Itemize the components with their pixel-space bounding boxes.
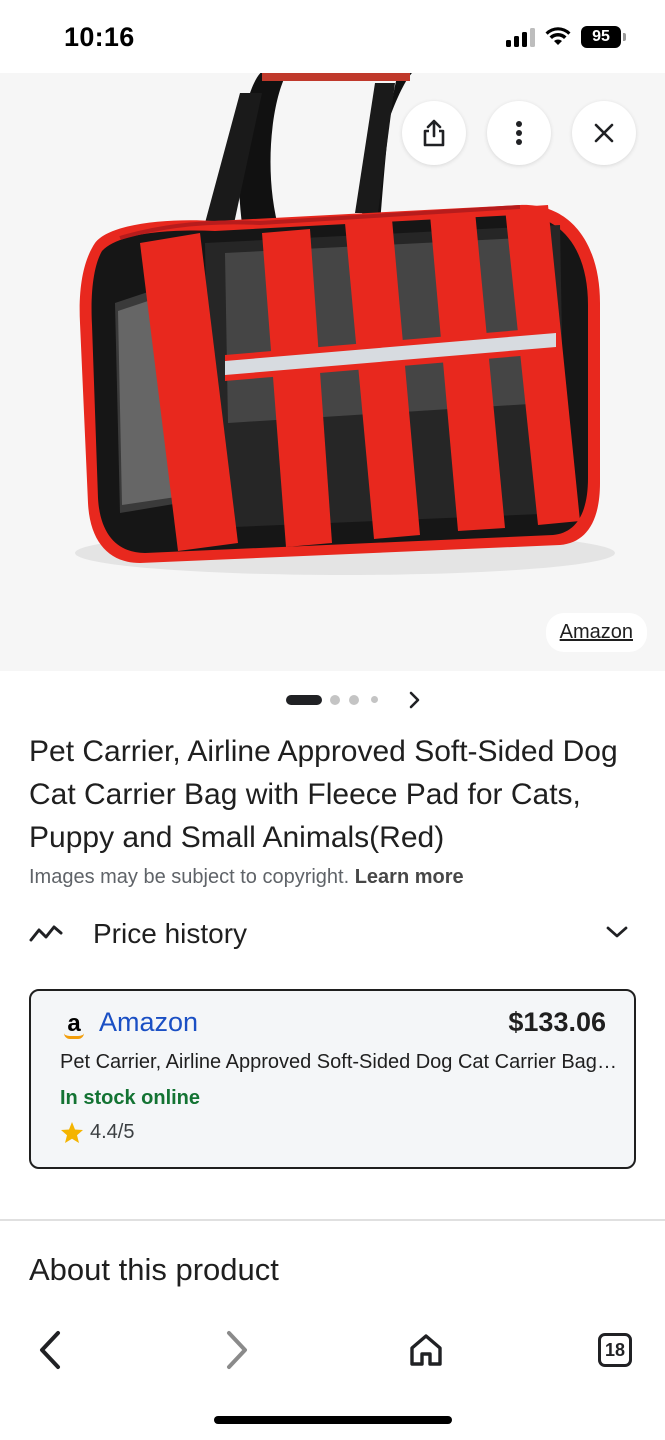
trending-icon [29, 925, 63, 942]
tab-count: 18 [598, 1333, 632, 1367]
amazon-logo-icon: a [60, 1011, 88, 1039]
pager-dot[interactable] [349, 695, 359, 705]
battery-icon: 95 [581, 26, 626, 48]
back-arrow-icon [40, 1331, 60, 1369]
offer-description: Pet Carrier, Airline Approved Soft-Sided… [60, 1051, 620, 1073]
forward-arrow-icon [227, 1331, 247, 1369]
copyright-text: Images may be subject to copyright. [29, 866, 350, 888]
status-time: 10:16 [64, 22, 135, 52]
rating-value: 4.4/5 [90, 1121, 135, 1143]
more-options-button[interactable] [487, 101, 551, 165]
price-history-label: Price history [93, 918, 248, 949]
more-vert-icon [516, 121, 522, 145]
browser-bottom-nav: 18 [0, 1310, 665, 1390]
offer-seller[interactable]: Amazon [99, 1007, 198, 1038]
image-source-link[interactable]: Amazon [545, 613, 647, 652]
pager-dot[interactable] [371, 696, 378, 703]
back-button[interactable] [26, 1326, 74, 1374]
chevron-right-icon[interactable] [406, 690, 424, 710]
cellular-signal-icon [506, 27, 535, 47]
offer-price: $133.06 [508, 1007, 606, 1037]
section-divider [0, 1219, 665, 1221]
chevron-down-icon[interactable] [605, 924, 629, 940]
forward-button[interactable] [213, 1326, 261, 1374]
product-image-viewer[interactable]: Amazon [0, 73, 665, 671]
home-icon [410, 1334, 442, 1366]
image-pager [0, 690, 665, 710]
price-history-row[interactable]: Price history [29, 910, 629, 960]
share-button[interactable] [402, 101, 466, 165]
status-icons: 95 [506, 26, 626, 48]
wifi-icon [545, 27, 571, 45]
about-heading: About this product [29, 1252, 279, 1287]
close-button[interactable] [572, 101, 636, 165]
pager-dot[interactable] [330, 695, 340, 705]
pager-dot-active[interactable] [286, 695, 322, 705]
pet-carrier-image [75, 73, 615, 575]
close-icon [594, 123, 614, 143]
copyright-notice: Images may be subject to copyright. Lear… [29, 866, 464, 889]
home-button[interactable] [402, 1326, 450, 1374]
tabs-button[interactable]: 18 [591, 1326, 639, 1374]
learn-more-link[interactable]: Learn more [355, 866, 464, 888]
star-icon [61, 1122, 83, 1143]
offer-card[interactable]: a Amazon $133.06 Pet Carrier, Airline Ap… [29, 989, 636, 1169]
status-bar: 10:16 95 [0, 0, 665, 73]
product-title: Pet Carrier, Airline Approved Soft-Sided… [29, 735, 618, 854]
share-icon [423, 119, 445, 147]
home-indicator [214, 1416, 452, 1424]
rating: 4.4/5 [60, 1121, 134, 1144]
stock-status: In stock online [60, 1087, 201, 1109]
